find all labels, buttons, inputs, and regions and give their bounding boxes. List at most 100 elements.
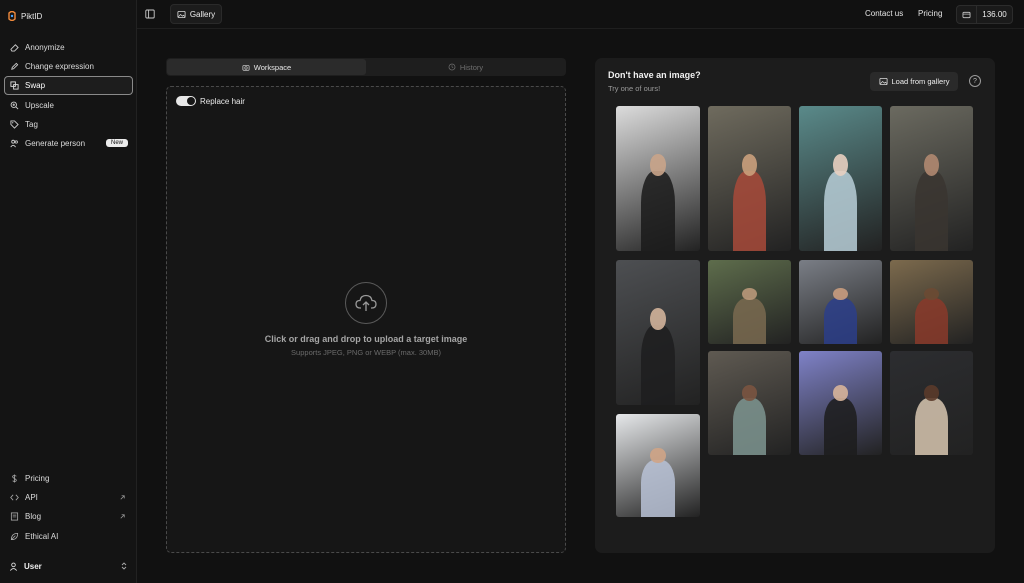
thumbnail-figure <box>733 298 766 344</box>
sidebar-item-label: API <box>25 493 38 502</box>
external-link-icon <box>119 494 126 501</box>
sidebar-item-change-expression[interactable]: Change expression <box>4 57 133 76</box>
sidebar-item-label: Change expression <box>25 62 94 71</box>
users-icon <box>10 139 19 148</box>
gallery-thumbnail[interactable] <box>708 260 791 344</box>
sidebar-item-ethical-ai[interactable]: Ethical AI <box>4 527 133 546</box>
chevron-updown-icon <box>121 562 127 570</box>
gallery-thumbnail[interactable] <box>890 106 973 251</box>
sidebar-toggle-icon[interactable] <box>145 9 155 19</box>
sidebar-item-pricing[interactable]: Pricing <box>4 469 133 488</box>
load-from-gallery-button[interactable]: Load from gallery <box>870 72 958 91</box>
user-name: User <box>24 562 42 571</box>
thumbnail-figure <box>641 460 675 517</box>
piktid-logo-icon <box>8 11 16 21</box>
zoom-in-icon <box>10 101 19 110</box>
thumbnail-face <box>833 154 848 176</box>
tab-label: Workspace <box>254 63 291 72</box>
pricing-link[interactable]: Pricing <box>918 9 942 18</box>
thumbnail-figure <box>915 298 948 344</box>
thumbnail-face <box>742 385 757 401</box>
thumbnail-figure <box>915 171 948 251</box>
eraser-icon <box>10 43 19 52</box>
thumbnail-face <box>924 385 939 401</box>
sidebar-item-label: Generate person <box>25 139 85 148</box>
gallery-thumbnail[interactable] <box>708 351 791 455</box>
gallery-thumbnail[interactable] <box>708 106 791 251</box>
clock-icon <box>448 63 456 71</box>
workspace-tabs: Workspace History <box>166 58 566 76</box>
thumbnail-figure <box>733 398 766 455</box>
tab-label: History <box>460 63 483 72</box>
upload-subtitle: Supports JPEG, PNG or WEBP (max. 30MB) <box>167 348 565 357</box>
thumbnail-face <box>742 154 757 176</box>
leaf-icon <box>10 532 19 541</box>
thumbnail-figure <box>824 171 857 251</box>
sidebar-item-label: Ethical AI <box>25 532 58 541</box>
gallery-thumbnail[interactable] <box>616 260 700 405</box>
thumbnail-figure <box>641 325 675 405</box>
tag-icon <box>10 120 19 129</box>
tab-workspace[interactable]: Workspace <box>167 59 366 75</box>
camera-icon <box>242 64 250 71</box>
replace-hair-toggle-row[interactable]: Replace hair <box>176 96 245 106</box>
thumbnail-figure <box>641 171 675 251</box>
sidebar-item-label: Pricing <box>25 474 49 483</box>
thumbnail-face <box>833 385 848 401</box>
credits-value: 136.00 <box>977 10 1012 19</box>
brand[interactable]: PiktID <box>8 11 42 21</box>
sidebar-item-blog[interactable]: Blog <box>4 507 133 526</box>
sidebar-item-anonymize[interactable]: Anonymize <box>4 38 133 57</box>
credits-display[interactable]: 136.00 <box>956 5 1013 24</box>
user-icon <box>9 562 18 571</box>
dollar-icon <box>10 474 19 483</box>
image-icon <box>879 77 888 86</box>
thumbnail-figure <box>824 298 857 344</box>
sidebar-item-label: Swap <box>25 81 45 90</box>
thumbnail-face <box>650 448 665 463</box>
gallery-thumbnail[interactable] <box>616 106 700 251</box>
sidebar: PiktID Anonymize Change expression Swap … <box>0 0 137 583</box>
gallery-thumbnail[interactable] <box>799 106 882 251</box>
thumbnail-figure <box>915 398 948 455</box>
sidebar-item-api[interactable]: API <box>4 488 133 507</box>
gallery-thumbnail[interactable] <box>890 351 973 455</box>
sidebar-item-label: Anonymize <box>25 43 65 52</box>
upload-cloud-icon[interactable] <box>345 282 387 324</box>
gallery-button[interactable]: Gallery <box>170 4 222 24</box>
swap-icon <box>10 81 19 90</box>
upload-dropzone[interactable]: Replace hair Click or drag and drop to u… <box>166 86 566 553</box>
thumbnail-face <box>650 154 665 176</box>
gallery-thumbnail[interactable] <box>616 414 700 517</box>
new-badge: New <box>106 139 128 147</box>
upload-title: Click or drag and drop to upload a targe… <box>167 334 565 344</box>
sidebar-item-tag[interactable]: Tag <box>4 115 133 134</box>
replace-hair-switch[interactable] <box>176 96 196 106</box>
gallery-thumbnail[interactable] <box>799 260 882 344</box>
image-icon <box>177 10 186 19</box>
gallery-thumbnail[interactable] <box>890 260 973 344</box>
sample-gallery-panel: Don't have an image? Try one of ours! Lo… <box>595 58 995 553</box>
sidebar-nav: Anonymize Change expression Swap Upscale… <box>4 38 133 153</box>
top-bar: Gallery Contact us Pricing 136.00 <box>137 0 1024 29</box>
contact-us-link[interactable]: Contact us <box>865 9 903 18</box>
pencil-icon <box>10 62 19 71</box>
sidebar-item-generate-person[interactable]: Generate person New <box>4 134 133 153</box>
sidebar-item-label: Blog <box>25 512 41 521</box>
sidebar-item-upscale[interactable]: Upscale <box>4 96 133 115</box>
tab-history[interactable]: History <box>366 59 565 75</box>
brand-name: PiktID <box>21 12 42 21</box>
user-menu[interactable]: User <box>4 556 133 576</box>
external-link-icon <box>119 513 126 520</box>
doc-icon <box>10 512 19 521</box>
sidebar-item-label: Tag <box>25 120 38 129</box>
gallery-subtitle: Try one of ours! <box>608 84 660 93</box>
code-icon <box>10 493 19 502</box>
gallery-title: Don't have an image? <box>608 70 701 80</box>
help-icon[interactable]: ? <box>969 75 981 87</box>
thumbnail-face <box>650 308 665 330</box>
thumbnail-figure <box>733 171 766 251</box>
gallery-thumbnail[interactable] <box>799 351 882 455</box>
sidebar-item-swap[interactable]: Swap <box>4 76 133 95</box>
sidebar-bottom-nav: Pricing API Blog Ethical AI <box>4 469 133 546</box>
